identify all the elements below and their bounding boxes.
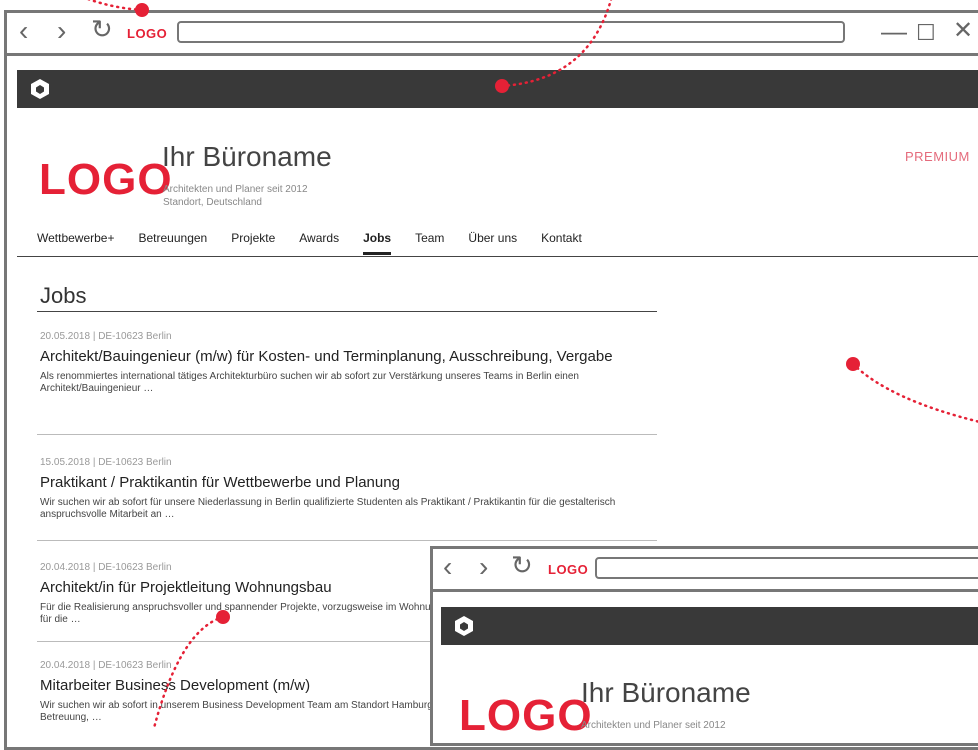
minimize-icon[interactable]: — (881, 17, 907, 45)
back-icon[interactable]: ‹ (19, 17, 28, 45)
job-listing[interactable]: 20.05.2018 | DE-10623 Berlin Architekt/B… (40, 331, 660, 395)
site-top-bar (441, 607, 978, 645)
menu-item-betreuungen[interactable]: Betreuungen (139, 231, 208, 255)
brand-icon[interactable] (453, 615, 475, 637)
page-title: Jobs (40, 283, 87, 308)
address-bar[interactable] (177, 21, 845, 43)
job-separator (37, 540, 657, 541)
site-logo[interactable]: LOGO (459, 691, 593, 741)
job-title[interactable]: Architekt/Bauingenieur (m/w) für Kosten-… (40, 347, 660, 366)
job-meta: 20.05.2018 | DE-10623 Berlin (40, 331, 172, 342)
job-listing[interactable]: 15.05.2018 | DE-10623 Berlin Praktikant … (40, 457, 660, 521)
brand-icon[interactable] (29, 78, 51, 100)
site-name: Ihr Büroname (162, 141, 332, 172)
site-location: Standort, Deutschland (163, 197, 262, 208)
back-icon[interactable]: ‹ (443, 553, 452, 581)
browser-logo-label: LOGO (127, 26, 168, 41)
premium-badge[interactable]: PREMIUM (905, 149, 970, 164)
menu-item-kontakt[interactable]: Kontakt (541, 231, 582, 255)
main-menu: Wettbewerbe+ Betreuungen Projekte Awards… (37, 231, 606, 255)
maximize-icon[interactable]: ☐ (916, 19, 936, 47)
browser-window-secondary: ‹ › ↻ LOGO LOGO Ihr Büroname Architekten… (430, 546, 978, 746)
forward-icon[interactable]: › (57, 17, 66, 45)
job-separator (37, 434, 657, 435)
site-tagline: Architekten und Planer seit 2012 (163, 184, 308, 195)
menu-item-ueber-uns[interactable]: Über uns (468, 231, 517, 255)
title-divider (37, 311, 657, 312)
site-top-bar (17, 70, 978, 108)
menu-item-jobs[interactable]: Jobs (363, 231, 392, 255)
address-bar[interactable] (595, 557, 978, 579)
menu-item-awards[interactable]: Awards (299, 231, 339, 255)
annotation-line (87, 0, 144, 12)
job-meta: 15.05.2018 | DE-10623 Berlin (40, 457, 172, 468)
menu-item-wettbewerbe[interactable]: Wettbewerbe+ (37, 231, 115, 255)
job-description: Als renommiertes international tätiges A… (40, 371, 579, 394)
menu-item-team[interactable]: Team (415, 231, 444, 255)
menu-item-projekte[interactable]: Projekte (231, 231, 275, 255)
reload-icon[interactable]: ↻ (511, 551, 533, 579)
site-logo[interactable]: LOGO (39, 155, 173, 205)
close-icon[interactable]: ✕ (953, 17, 973, 45)
browser-toolbar: ‹ › ↻ LOGO — ☐ ✕ (7, 13, 978, 56)
browser-toolbar: ‹ › ↻ LOGO (433, 549, 978, 592)
browser-logo-label: LOGO (548, 562, 589, 577)
reload-icon[interactable]: ↻ (91, 15, 113, 43)
menu-divider (17, 256, 978, 257)
site-name: Ihr Büroname (581, 677, 751, 708)
job-description: Wir suchen wir ab sofort für unsere Nied… (40, 497, 616, 520)
job-title[interactable]: Praktikant / Praktikantin für Wettbewerb… (40, 473, 660, 492)
site-tagline: Architekten und Planer seit 2012 (581, 720, 726, 731)
forward-icon[interactable]: › (479, 553, 488, 581)
